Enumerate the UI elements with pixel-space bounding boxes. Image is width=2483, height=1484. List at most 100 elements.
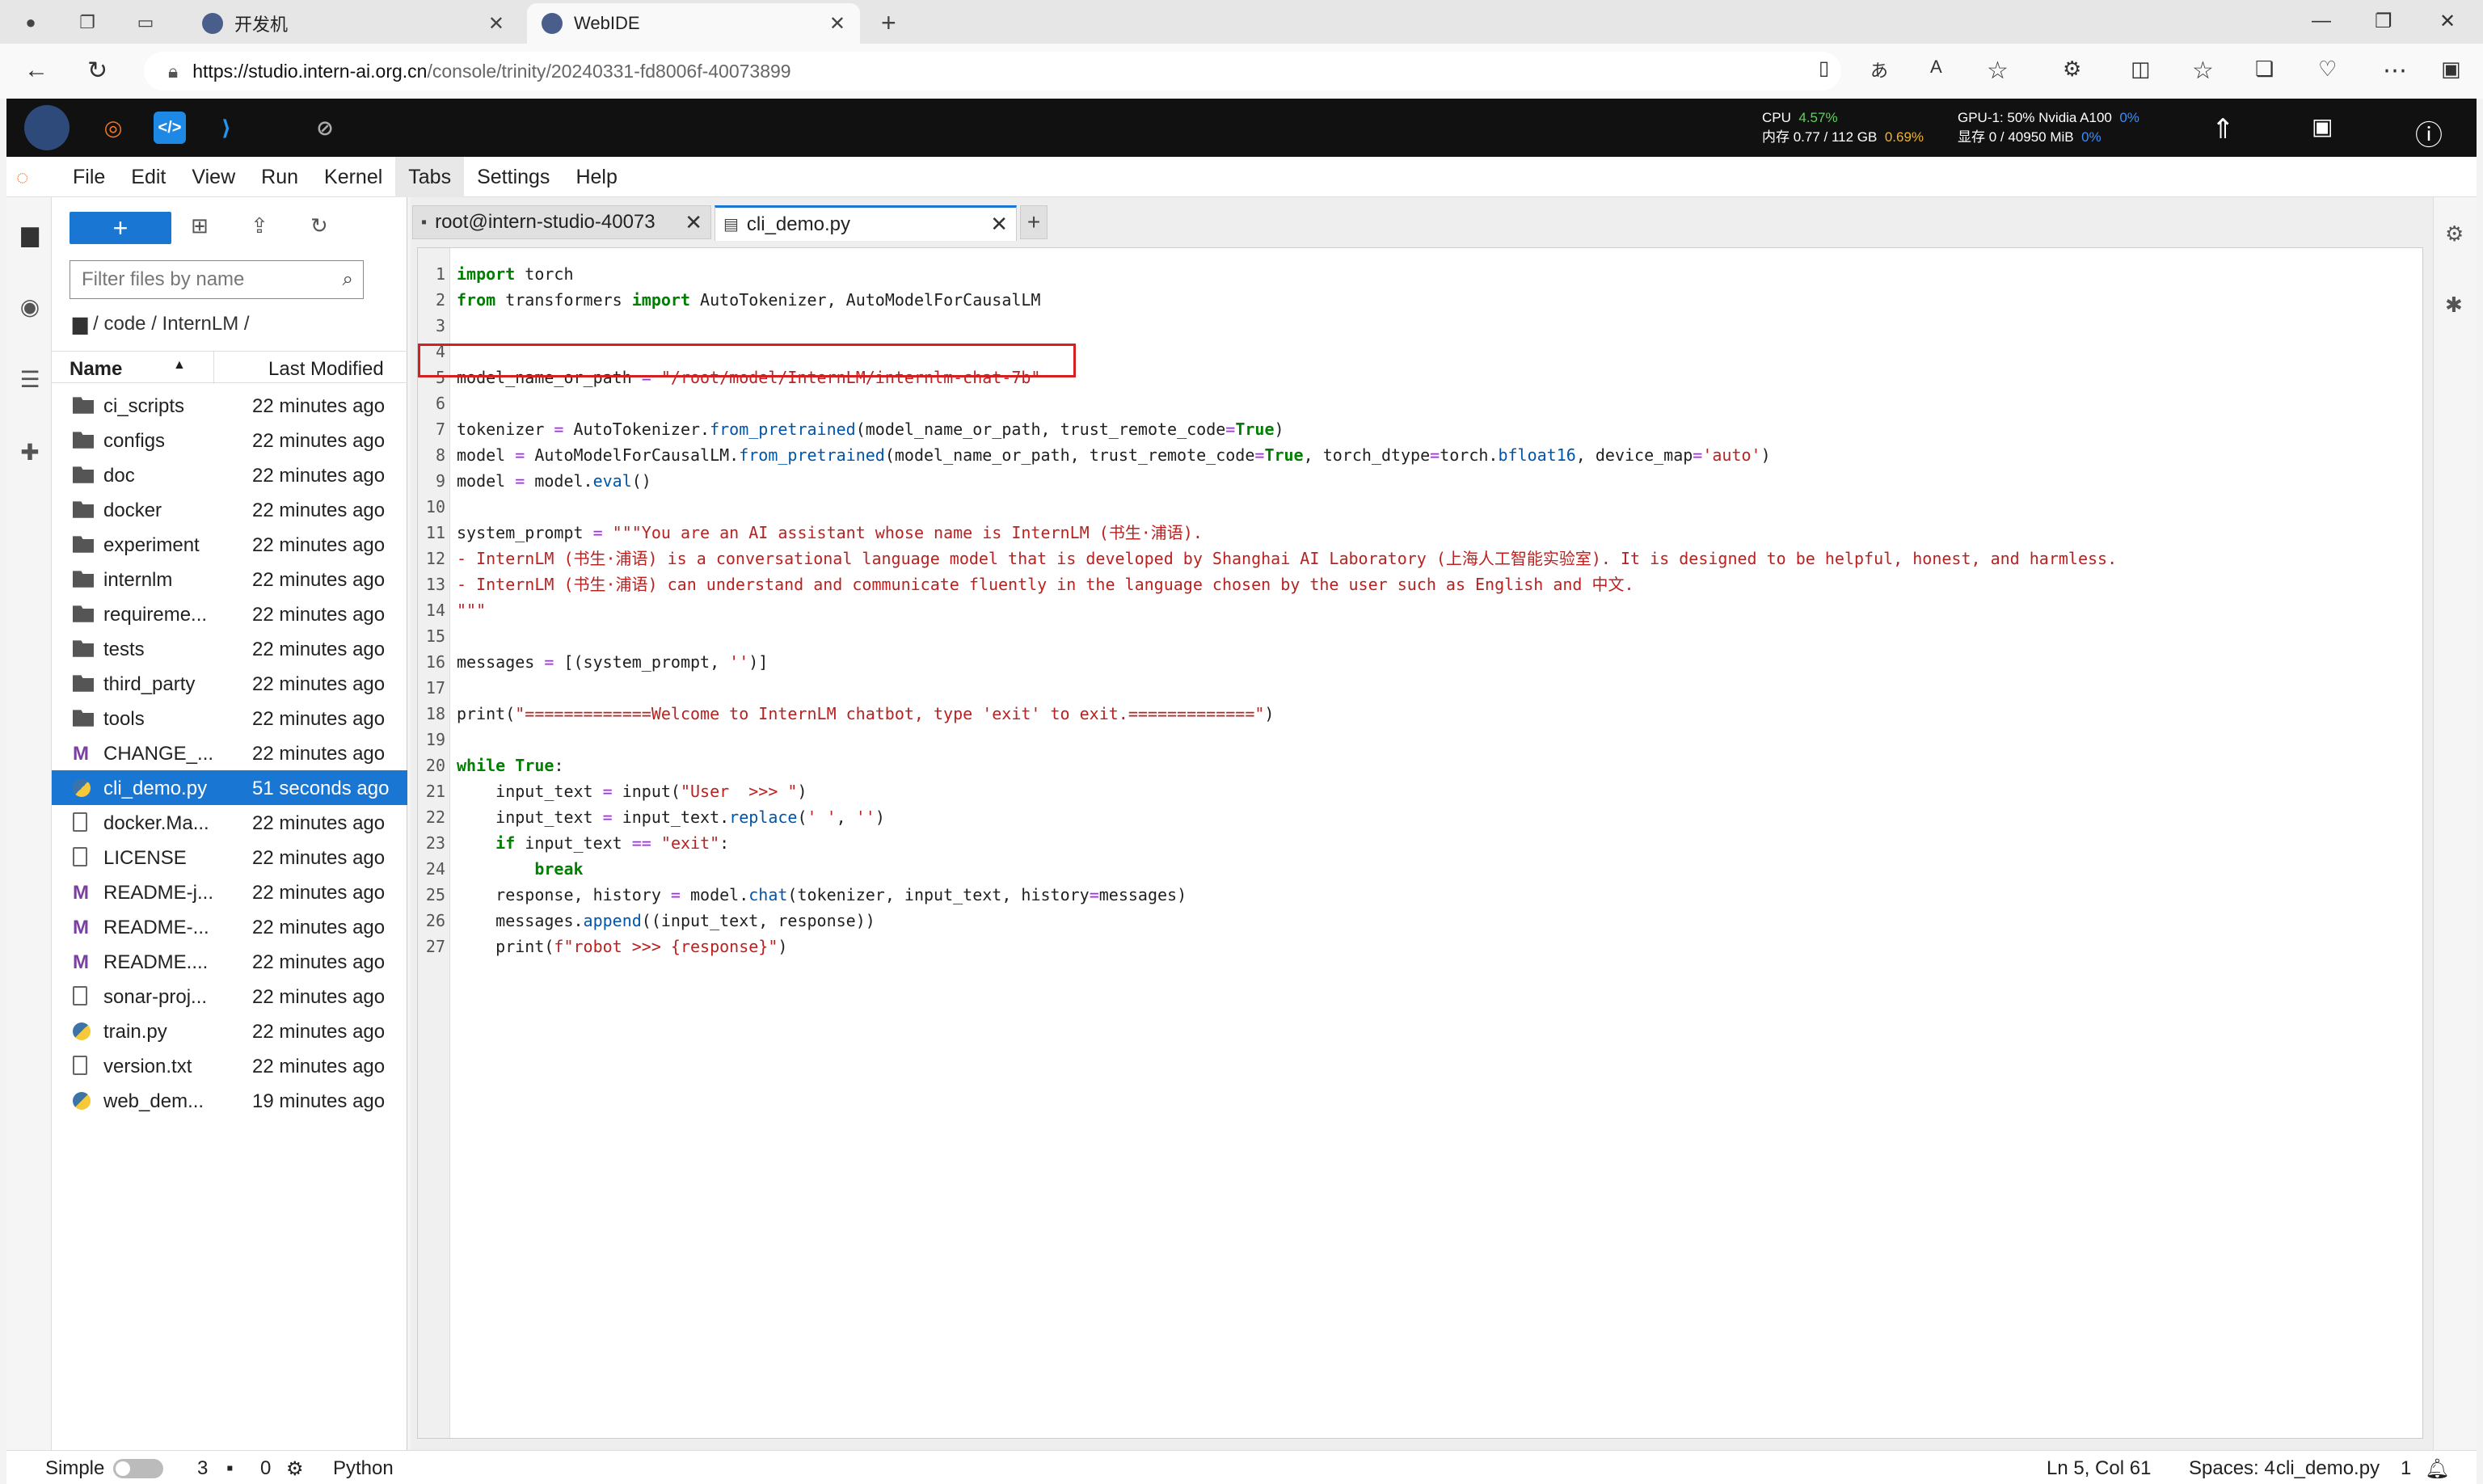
running-icon[interactable]: ◉ xyxy=(16,293,44,320)
file-row[interactable]: M README.... 22 minutes ago xyxy=(52,944,407,979)
notification-count[interactable]: 1 xyxy=(2401,1457,2411,1480)
file-icon xyxy=(73,1056,87,1075)
file-row[interactable]: internlm 22 minutes ago xyxy=(52,562,407,597)
file-row[interactable]: docker.Ma... 22 minutes ago xyxy=(52,805,407,840)
simple-mode-toggle[interactable] xyxy=(113,1459,163,1478)
kernel-count[interactable]: 0 xyxy=(260,1457,271,1480)
window-close-icon[interactable]: ✕ xyxy=(2439,10,2456,33)
menu-help[interactable]: Help xyxy=(563,157,630,197)
file-row[interactable]: LICENSE 22 minutes ago xyxy=(52,840,407,875)
vscode-icon[interactable]: ⟩ xyxy=(210,112,242,144)
file-row[interactable]: tests 22 minutes ago xyxy=(52,631,407,666)
jupyter-app-icon[interactable]: ◎ xyxy=(97,112,129,144)
breadcrumb[interactable]: ▆ / code / InternLM / xyxy=(73,312,250,335)
tab-terminal[interactable]: ▪ root@intern-studio-40073 ✕ xyxy=(412,205,711,239)
more-icon[interactable]: ⋯ xyxy=(2383,57,2407,85)
menu-file[interactable]: File xyxy=(60,157,118,197)
page-icon[interactable]: ▯ xyxy=(1819,57,1829,80)
refresh-icon[interactable]: ↻ xyxy=(310,213,328,238)
translate-icon[interactable]: あ xyxy=(1870,57,1888,82)
collections-icon[interactable]: ❏ xyxy=(2255,57,2274,82)
toc-icon[interactable]: ☰ xyxy=(16,365,44,393)
column-name[interactable]: Name xyxy=(70,358,122,381)
vram-value: 0% xyxy=(2081,129,2101,145)
close-icon[interactable]: ✕ xyxy=(990,212,1008,237)
file-row[interactable]: web_dem... 19 minutes ago xyxy=(52,1083,407,1118)
split-screen-icon[interactable]: ◫ xyxy=(2131,57,2151,82)
filter-files-input[interactable]: Filter files by name ⌕ xyxy=(70,260,364,299)
profile-icon[interactable]: ● xyxy=(16,8,45,37)
line-number: 26 xyxy=(425,911,445,930)
intern-logo-icon[interactable] xyxy=(24,105,70,150)
file-row[interactable]: version.txt 22 minutes ago xyxy=(52,1048,407,1083)
column-separator[interactable] xyxy=(213,352,214,384)
debugger-icon[interactable]: ✱ xyxy=(2445,293,2463,318)
cursor-position[interactable]: Ln 5, Col 61 xyxy=(2047,1457,2151,1480)
upload-model-icon[interactable]: ⇑ xyxy=(2211,113,2235,145)
url-field[interactable]: 🔒︎ https://studio.intern-ai.org.cn/conso… xyxy=(144,52,1841,91)
file-row[interactable]: configs 22 minutes ago xyxy=(52,423,407,457)
file-row[interactable]: M README-... 22 minutes ago xyxy=(52,909,407,944)
close-icon[interactable]: ✕ xyxy=(829,12,845,36)
tab-actions-icon[interactable]: ▭ xyxy=(131,8,160,37)
highlight-annotation-box xyxy=(418,344,1076,377)
file-row[interactable]: experiment 22 minutes ago xyxy=(52,527,407,562)
refresh-icon[interactable]: ↻ xyxy=(87,57,107,85)
file-row[interactable]: tools 22 minutes ago xyxy=(52,701,407,736)
compass-icon[interactable]: ⊘ xyxy=(309,112,341,144)
monitor-icon[interactable]: ▣ xyxy=(2312,113,2333,140)
extensions-icon[interactable]: ✚ xyxy=(16,438,44,466)
file-name: configs xyxy=(103,430,166,452)
tab-cli-demo[interactable]: ▤ cli_demo.py ✕ xyxy=(715,205,1017,241)
read-aloud-icon[interactable]: A xyxy=(1930,57,1942,78)
code-editor[interactable]: 1 import torch 2 from transformers import … xyxy=(417,247,2423,1439)
menu-view[interactable]: View xyxy=(179,157,248,197)
new-folder-icon[interactable]: ⊞ xyxy=(191,213,209,238)
code-app-icon[interactable]: </> xyxy=(154,112,186,144)
upload-icon[interactable]: ⇪ xyxy=(251,213,268,238)
file-row[interactable]: doc 22 minutes ago xyxy=(52,457,407,492)
file-row[interactable]: train.py 22 minutes ago xyxy=(52,1014,407,1048)
minimize-icon[interactable]: — xyxy=(2312,10,2331,32)
file-row[interactable]: ci_scripts 22 minutes ago xyxy=(52,388,407,423)
new-tab-button[interactable]: + xyxy=(1020,205,1048,239)
sidebar-icon[interactable]: ▣ xyxy=(2441,57,2461,82)
file-row[interactable]: third_party 22 minutes ago xyxy=(52,666,407,701)
line-number: 1 xyxy=(435,264,445,284)
browser-tab-webide[interactable]: WebIDE ✕ xyxy=(527,3,860,44)
property-inspector-icon[interactable]: ⚙ xyxy=(2445,221,2464,247)
maximize-icon[interactable]: ❐ xyxy=(2375,10,2392,33)
close-icon[interactable]: ✕ xyxy=(685,210,702,235)
back-icon[interactable]: ← xyxy=(24,57,48,84)
menu-run[interactable]: Run xyxy=(248,157,311,197)
new-launcher-button[interactable]: + xyxy=(70,212,171,244)
url-path: /console/trinity/20240331-fd8006f-400738… xyxy=(427,60,791,82)
new-tab-icon[interactable]: + xyxy=(881,8,896,38)
language-label[interactable]: Python xyxy=(333,1457,394,1480)
file-row[interactable]: docker 22 minutes ago xyxy=(52,492,407,527)
column-modified[interactable]: Last Modified xyxy=(268,358,384,381)
file-name: README.... xyxy=(103,951,209,973)
favorite-star-icon[interactable]: ☆ xyxy=(1987,57,2009,85)
file-row[interactable]: M CHANGE_... 22 minutes ago xyxy=(52,736,407,770)
info-icon[interactable]: ⓘ xyxy=(2415,113,2443,153)
file-row[interactable]: sonar-proj... 22 minutes ago xyxy=(52,979,407,1014)
browser-essentials-icon[interactable]: ♡ xyxy=(2318,57,2337,82)
menu-tabs[interactable]: Tabs xyxy=(395,156,465,197)
folder-icon[interactable]: ▆ xyxy=(16,220,44,247)
browser-tab-devbox[interactable]: 开发机 ✕ xyxy=(188,3,519,44)
extensions-icon[interactable]: ⚙ xyxy=(2063,57,2081,82)
menu-settings[interactable]: Settings xyxy=(464,157,563,197)
menu-kernel[interactable]: Kernel xyxy=(311,157,395,197)
file-row[interactable]: M README-j... 22 minutes ago xyxy=(52,875,407,909)
close-icon[interactable]: ✕ xyxy=(488,12,504,36)
menu-edit[interactable]: Edit xyxy=(118,157,179,197)
terminal-count[interactable]: 3 xyxy=(197,1457,208,1480)
indent-setting[interactable]: Spaces: 4 xyxy=(2189,1457,2275,1480)
favorites-icon[interactable]: ☆ xyxy=(2192,57,2214,85)
file-row[interactable]: cli_demo.py 51 seconds ago xyxy=(52,770,407,805)
workspaces-icon[interactable]: ❐ xyxy=(73,8,102,37)
file-row[interactable]: requireme... 22 minutes ago xyxy=(52,597,407,631)
bell-icon[interactable]: 🔔︎ xyxy=(2425,1457,2449,1481)
line-number: 6 xyxy=(435,394,445,413)
